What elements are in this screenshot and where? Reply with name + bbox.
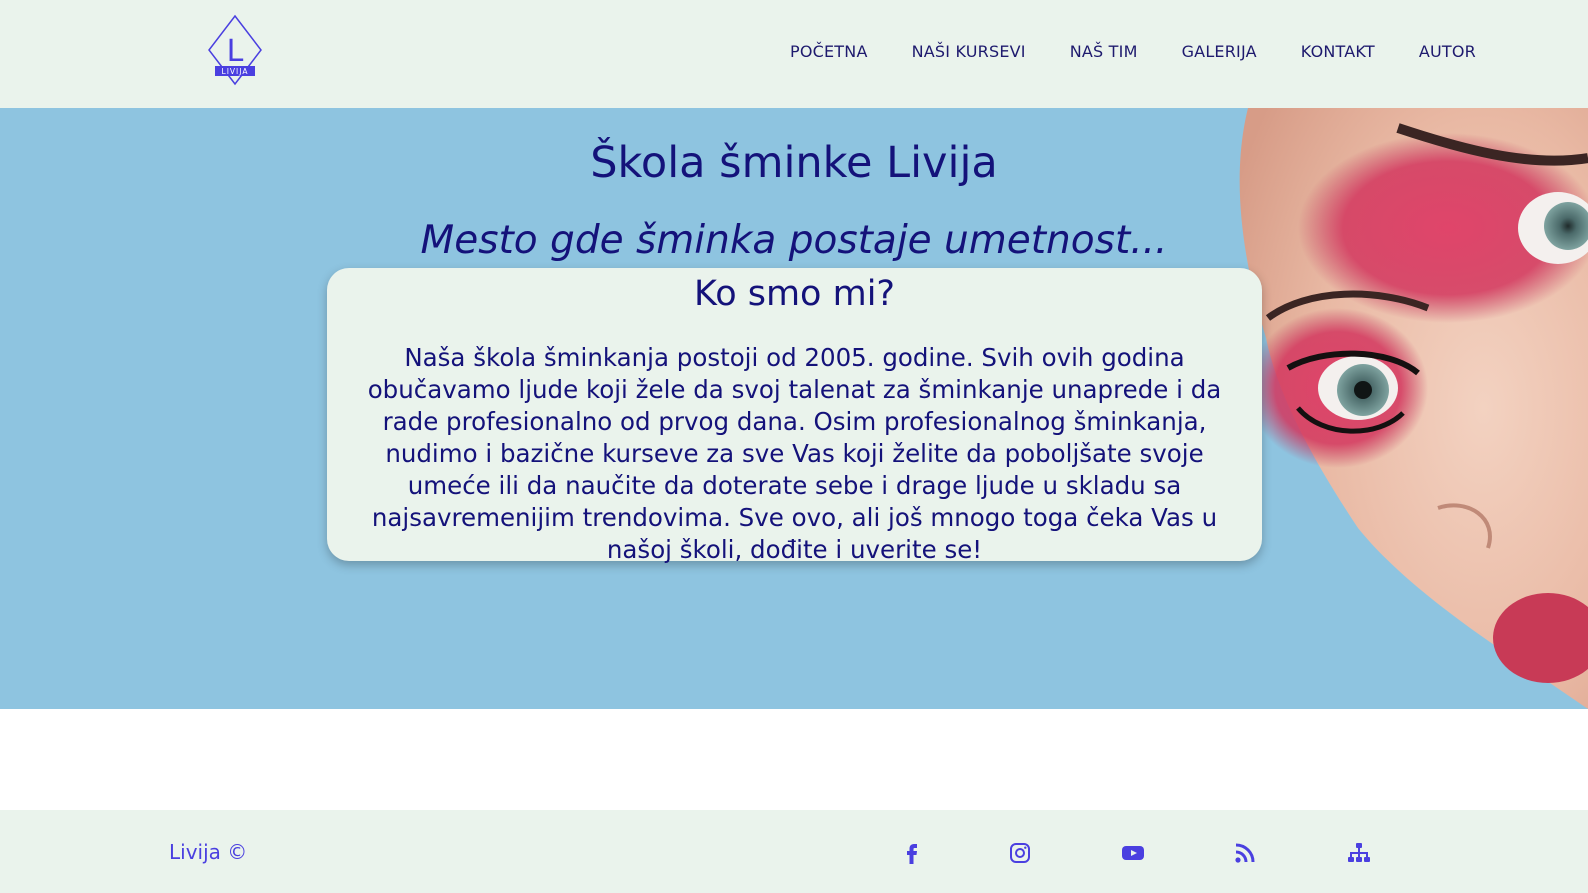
about-card: Ko smo mi? Naša škola šminkanja postoji … <box>327 268 1262 564</box>
nav-item-galerija[interactable]: GALERIJA <box>1182 42 1257 61</box>
hero-tagline: Mesto gde šminka postaje umetnost... <box>420 218 1168 263</box>
logo-text: LIVIJA <box>222 67 249 76</box>
youtube-icon[interactable] <box>1120 840 1146 866</box>
sitemap-icon[interactable] <box>1346 840 1372 866</box>
nav-item-nasi-kursevi[interactable]: NAŠI KURSEVI <box>912 42 1026 61</box>
nav-item-nas-tim[interactable]: NAŠ TIM <box>1070 42 1138 61</box>
hero-title: Škola šminke Livija <box>590 138 998 188</box>
logo[interactable]: L LIVIJA <box>207 14 263 86</box>
main-nav: POČETNA NAŠI KURSEVI NAŠ TIM GALERIJA KO… <box>746 42 1476 61</box>
copyright-text: Livija © <box>169 840 248 864</box>
hero-section: Škola šminke Livija Mesto gde šminka pos… <box>0 108 1588 709</box>
about-body: Naša škola šminkanja postoji od 2005. go… <box>367 343 1222 564</box>
nav-item-kontakt[interactable]: KONTAKT <box>1301 42 1375 61</box>
site-footer: Livija © <box>0 810 1588 893</box>
rss-icon[interactable] <box>1232 840 1258 866</box>
page: L LIVIJA POČETNA NAŠI KURSEVI NAŠ TIM GA… <box>0 0 1588 893</box>
facebook-icon[interactable] <box>899 840 925 866</box>
site-header: L LIVIJA POČETNA NAŠI KURSEVI NAŠ TIM GA… <box>0 0 1588 108</box>
instagram-icon[interactable] <box>1007 840 1033 866</box>
logo-diamond-icon: L LIVIJA <box>208 14 262 86</box>
hero-face-image <box>1239 108 1588 709</box>
about-heading: Ko smo mi? <box>693 274 895 314</box>
nav-item-pocetna[interactable]: POČETNA <box>790 42 868 61</box>
logo-letter: L <box>227 34 244 69</box>
nav-item-autor[interactable]: AUTOR <box>1419 42 1476 61</box>
